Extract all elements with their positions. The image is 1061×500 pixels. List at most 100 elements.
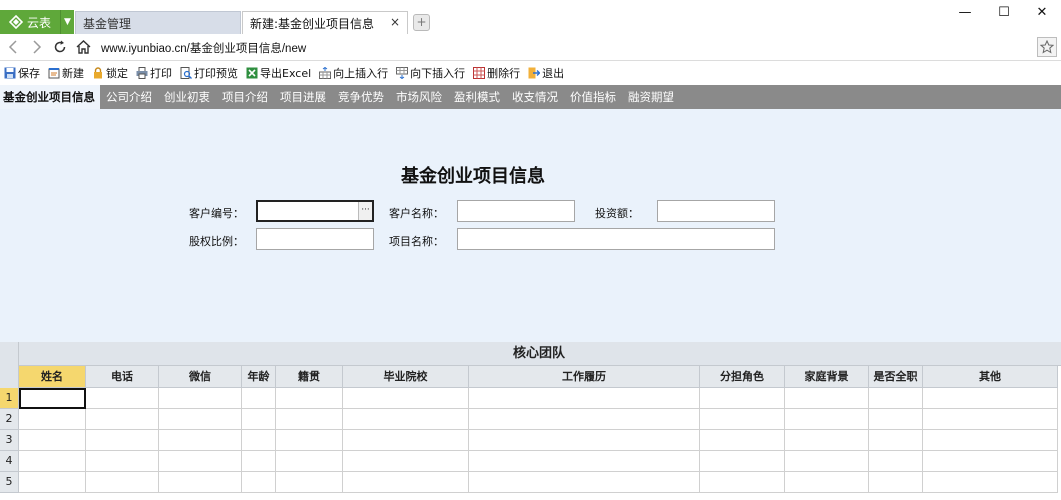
column-header-col-wechat[interactable]: 微信 — [159, 366, 242, 388]
row-header[interactable]: 1 — [0, 388, 19, 409]
grid-cell-col-work-history[interactable] — [469, 430, 700, 451]
grid-cell-col-hometown[interactable] — [276, 388, 343, 409]
grid-cell-col-family[interactable] — [785, 430, 869, 451]
grid-cell-col-other[interactable] — [923, 409, 1058, 430]
grid-cell-col-phone[interactable] — [86, 388, 159, 409]
column-header-col-work-history[interactable]: 工作履历 — [469, 366, 700, 388]
grid-cell-col-hometown[interactable] — [276, 472, 343, 493]
grid-cell-col-work-history[interactable] — [469, 409, 700, 430]
grid-cell-col-hometown[interactable] — [276, 451, 343, 472]
tab-income-expense[interactable]: 收支情况 — [506, 85, 564, 109]
tab-project-intro[interactable]: 项目介绍 — [216, 85, 274, 109]
grid-cell-col-wechat[interactable] — [159, 409, 242, 430]
grid-cell-col-role[interactable] — [700, 388, 785, 409]
column-header-col-phone[interactable]: 电话 — [86, 366, 159, 388]
grid-cell-col-fulltime[interactable] — [869, 451, 923, 472]
grid-cell-col-role[interactable] — [700, 430, 785, 451]
grid-cell-col-name[interactable] — [19, 451, 86, 472]
column-header-col-role[interactable]: 分担角色 — [700, 366, 785, 388]
tab-value-index[interactable]: 价值指标 — [564, 85, 622, 109]
grid-cell-col-hometown[interactable] — [276, 409, 343, 430]
grid-cell-col-fulltime[interactable] — [869, 430, 923, 451]
grid-cell-col-other[interactable] — [923, 472, 1058, 493]
back-icon[interactable] — [5, 39, 21, 55]
grid-cell-col-other[interactable] — [923, 430, 1058, 451]
address-url[interactable]: www.iyunbiao.cn/基金创业项目信息/new — [101, 40, 306, 56]
grid-cell-col-fulltime[interactable] — [869, 472, 923, 493]
app-menu-button[interactable]: 云表 ▼ — [0, 10, 74, 34]
grid-cell-col-school[interactable] — [343, 451, 469, 472]
investment-field[interactable] — [657, 200, 775, 222]
tab-new-project-info[interactable]: 新建:基金创业项目信息 × — [242, 11, 408, 34]
grid-cell-col-fulltime[interactable] — [869, 409, 923, 430]
print-button[interactable]: 打印 — [135, 65, 172, 81]
export-excel-button[interactable]: 导出Excel — [245, 65, 311, 81]
chevron-down-icon[interactable]: ▼ — [60, 10, 74, 34]
save-button[interactable]: 保存 — [3, 65, 40, 81]
print-preview-button[interactable]: 打印预览 — [179, 65, 238, 81]
grid-corner[interactable] — [0, 342, 19, 388]
grid-cell-col-work-history[interactable] — [469, 451, 700, 472]
equity-ratio-field[interactable] — [256, 228, 374, 250]
tab-fund-management[interactable]: 基金管理 — [75, 11, 241, 34]
grid-cell-col-age[interactable] — [242, 409, 276, 430]
grid-cell-col-fulltime[interactable] — [869, 388, 923, 409]
row-header[interactable]: 4 — [0, 451, 19, 472]
tab-profit-model[interactable]: 盈利模式 — [448, 85, 506, 109]
grid-cell-col-wechat[interactable] — [159, 472, 242, 493]
grid-cell-col-phone[interactable] — [86, 451, 159, 472]
grid-cell-col-work-history[interactable] — [469, 388, 700, 409]
insert-row-below-button[interactable]: 向下插入行 — [395, 65, 465, 81]
tab-market-risk[interactable]: 市场风险 — [390, 85, 448, 109]
row-header[interactable]: 2 — [0, 409, 19, 430]
grid-cell-col-school[interactable] — [343, 388, 469, 409]
delete-row-button[interactable]: 删除行 — [472, 65, 520, 81]
grid-cell-col-family[interactable] — [785, 388, 869, 409]
tab-competitive-advantage[interactable]: 竞争优势 — [332, 85, 390, 109]
grid-cell-col-school[interactable] — [343, 430, 469, 451]
tab-original-intention[interactable]: 创业初衷 — [158, 85, 216, 109]
tab-company-intro[interactable]: 公司介绍 — [100, 85, 158, 109]
grid-cell-col-wechat[interactable] — [159, 451, 242, 472]
picker-ellipsis-icon[interactable]: ··· — [358, 202, 372, 220]
home-icon[interactable] — [75, 39, 91, 55]
customer-no-field[interactable]: ··· — [256, 200, 374, 222]
new-button[interactable]: 新建 — [47, 65, 84, 81]
tab-project-info[interactable]: 基金创业项目信息 — [0, 85, 100, 109]
row-header[interactable]: 5 — [0, 472, 19, 493]
grid-cell-col-family[interactable] — [785, 451, 869, 472]
grid-cell-col-name[interactable] — [19, 409, 86, 430]
insert-row-above-button[interactable]: 向上插入行 — [318, 65, 388, 81]
grid-cell-col-age[interactable] — [242, 388, 276, 409]
grid-cell-col-name[interactable] — [19, 430, 86, 451]
refresh-icon[interactable] — [52, 39, 68, 55]
grid-cell-col-name[interactable] — [19, 388, 86, 409]
lock-button[interactable]: 锁定 — [91, 65, 128, 81]
exit-button[interactable]: 退出 — [527, 65, 564, 81]
grid-cell-col-name[interactable] — [19, 472, 86, 493]
row-header[interactable]: 3 — [0, 430, 19, 451]
grid-cell-col-wechat[interactable] — [159, 430, 242, 451]
grid-cell-col-role[interactable] — [700, 409, 785, 430]
column-header-col-school[interactable]: 毕业院校 — [343, 366, 469, 388]
grid-cell-col-school[interactable] — [343, 409, 469, 430]
grid-cell-col-age[interactable] — [242, 472, 276, 493]
grid-cell-col-age[interactable] — [242, 430, 276, 451]
grid-cell-col-family[interactable] — [785, 409, 869, 430]
tab-project-progress[interactable]: 项目进展 — [274, 85, 332, 109]
column-header-col-other[interactable]: 其他 — [923, 366, 1058, 388]
grid-cell-col-other[interactable] — [923, 388, 1058, 409]
new-tab-button[interactable]: + — [413, 14, 430, 31]
close-icon[interactable]: × — [390, 15, 400, 29]
minimize-icon[interactable]: — — [943, 2, 987, 22]
forward-icon[interactable] — [29, 39, 45, 55]
grid-cell-col-age[interactable] — [242, 451, 276, 472]
column-header-col-hometown[interactable]: 籍贯 — [276, 366, 343, 388]
project-name-field[interactable] — [457, 228, 775, 250]
grid-cell-col-phone[interactable] — [86, 430, 159, 451]
favorite-star-icon[interactable] — [1037, 37, 1057, 57]
window-close-icon[interactable]: ✕ — [1020, 2, 1061, 22]
grid-cell-col-school[interactable] — [343, 472, 469, 493]
customer-name-field[interactable] — [457, 200, 575, 222]
column-header-col-age[interactable]: 年龄 — [242, 366, 276, 388]
